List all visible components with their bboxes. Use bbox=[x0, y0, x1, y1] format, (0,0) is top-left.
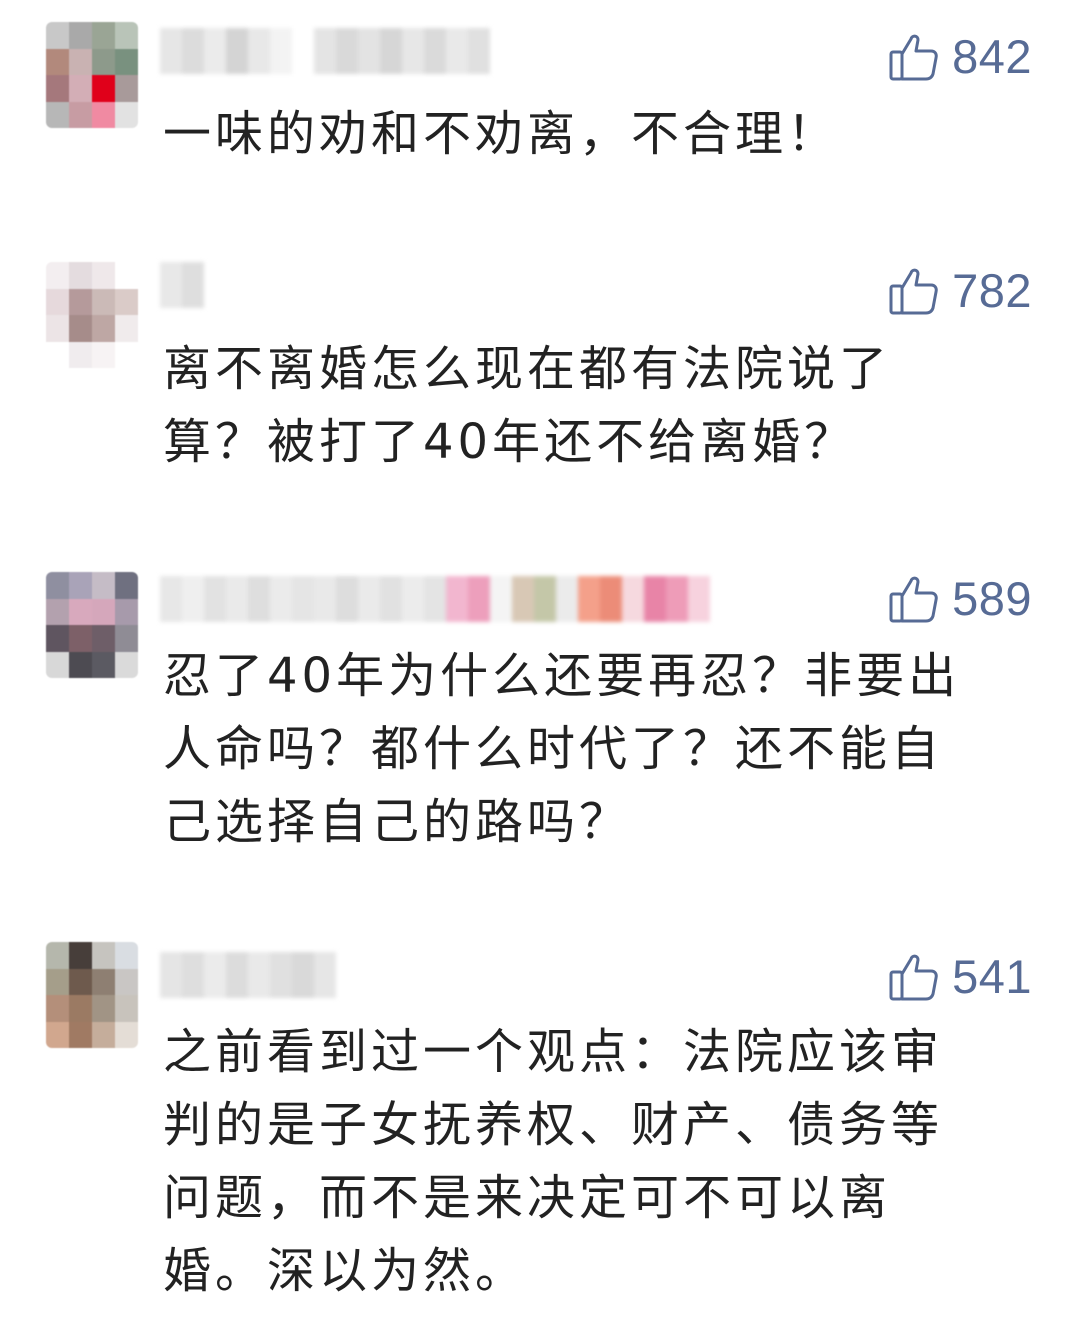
like-count: 782 bbox=[952, 263, 1032, 317]
username[interactable] bbox=[160, 576, 710, 622]
username[interactable] bbox=[160, 952, 336, 998]
avatar[interactable] bbox=[46, 572, 138, 678]
like-button[interactable]: 541 bbox=[888, 946, 1032, 1006]
like-count: 842 bbox=[952, 29, 1032, 83]
thumbs-up-icon bbox=[889, 576, 938, 623]
comment-list-screen: { "comments": [ { "likes": "842", "text"… bbox=[0, 0, 1080, 1344]
like-count: 589 bbox=[952, 571, 1032, 625]
comment-text: 离不离婚怎么现在都有法院说了 算？被打了40年还不给离婚？ bbox=[163, 341, 892, 470]
avatar[interactable] bbox=[46, 22, 138, 128]
like-button[interactable]: 589 bbox=[888, 568, 1032, 628]
like-button[interactable]: 842 bbox=[888, 26, 1032, 86]
like-button[interactable]: 782 bbox=[888, 260, 1032, 320]
thumbs-up-icon bbox=[889, 268, 938, 315]
comment-text: 忍了40年为什么还要再忍？非要出 人命吗？都什么时代了？还不能自 己选择自己的路… bbox=[163, 648, 961, 850]
username[interactable] bbox=[160, 28, 490, 74]
thumbs-up-icon bbox=[889, 954, 938, 1001]
like-count: 541 bbox=[952, 949, 1032, 1003]
comment-text: 之前看到过一个观点：法院应该审 判的是子女抚养权、财产、债务等 问题，而不是来决… bbox=[163, 1024, 944, 1299]
username[interactable] bbox=[160, 262, 204, 308]
avatar[interactable] bbox=[46, 942, 138, 1048]
thumbs-up-icon bbox=[889, 34, 938, 81]
avatar[interactable] bbox=[46, 262, 138, 368]
comment-text: 一味的劝和不劝离，不合理！ bbox=[163, 106, 840, 162]
